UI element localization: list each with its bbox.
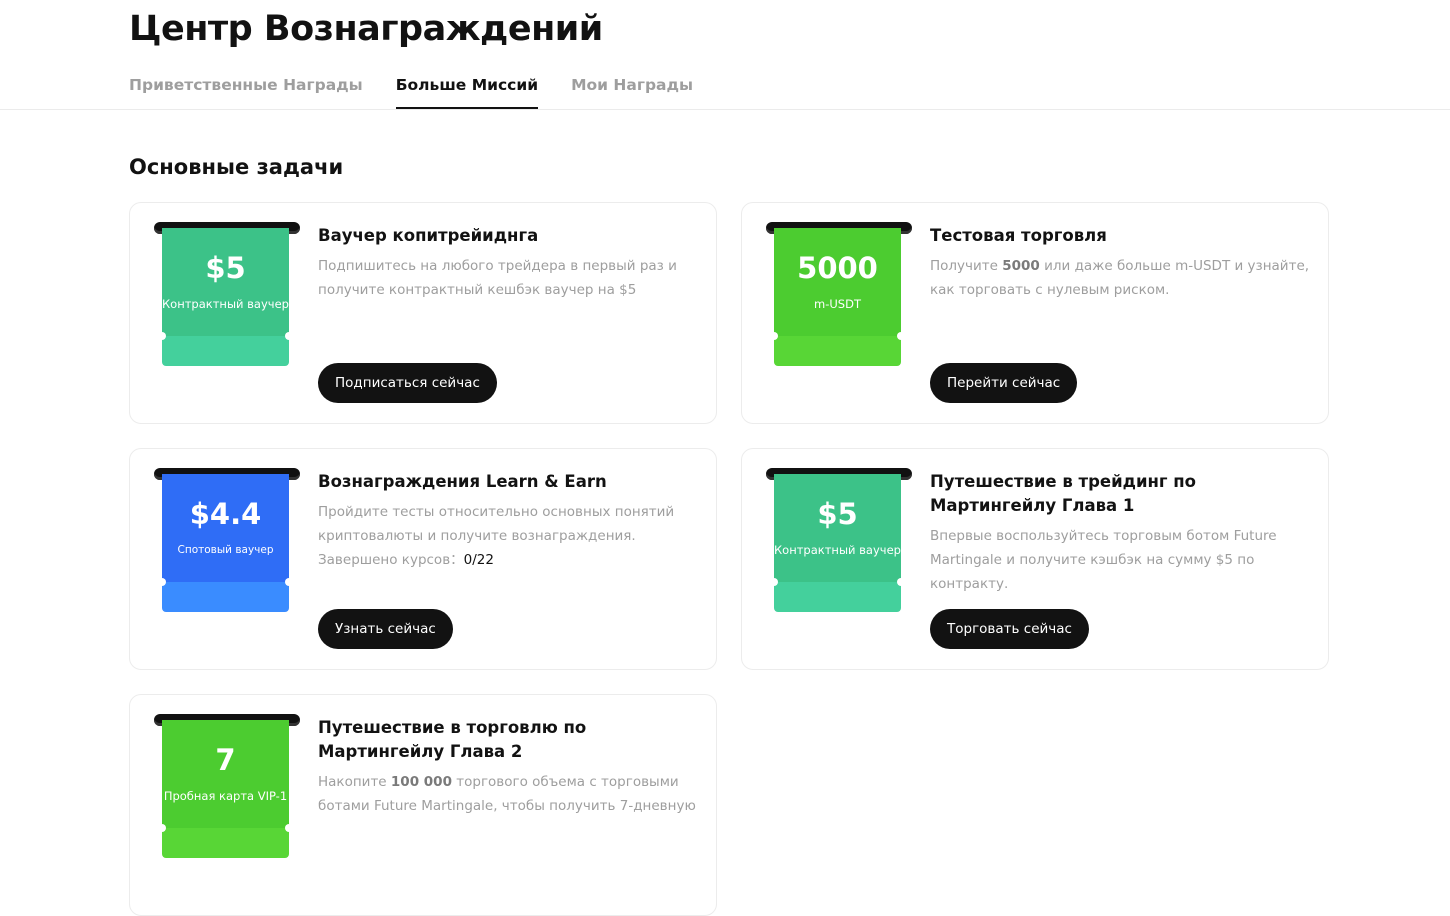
- voucher-amount: $5: [817, 497, 858, 531]
- voucher-ticket-icon: $4.4 Спотовый ваучер: [154, 468, 300, 614]
- card-description: Впервые воспользуйтесь торговым ботом Fu…: [930, 528, 1277, 592]
- tab-more-missions[interactable]: Больше Миссий: [395, 72, 539, 110]
- tab-welcome-rewards[interactable]: Приветственные Награды: [129, 72, 363, 110]
- card-title: Ваучер копитрейиднга: [318, 226, 539, 245]
- card-title: Путешествие в торговлю по Мартингейлу Гл…: [318, 718, 587, 761]
- voucher-amount: 7: [215, 743, 236, 777]
- trade-now-button[interactable]: Торговать сейчас: [930, 609, 1089, 649]
- mission-card-martingale-2: 7 Пробная карта VIP-1 Путешествие в торг…: [129, 694, 717, 916]
- card-description: Накопите 100 000 торгового объема с торг…: [318, 774, 696, 814]
- card-description: Пройдите тесты относительно основных пон…: [318, 504, 675, 544]
- card-title: Вознаграждения Learn & Earn: [318, 472, 607, 491]
- tab-bar: Приветственные Награды Больше Миссий Мои…: [129, 72, 726, 110]
- voucher-ticket-icon: $5 Контрактный ваучер: [766, 468, 912, 614]
- voucher-ticket-icon: 7 Пробная карта VIP-1: [154, 714, 300, 860]
- voucher-ticket-icon: 5000 m-USDT: [766, 222, 912, 368]
- card-description: Получите 5000 или даже больше m-USDT и у…: [930, 258, 1310, 298]
- voucher-unit: Спотовый ваучер: [177, 544, 274, 556]
- card-title: Путешествие в трейдинг по Мартингейлу Гл…: [930, 472, 1197, 515]
- card-title: Тестовая торговля: [930, 226, 1107, 245]
- mission-card-learn-earn: $4.4 Спотовый ваучер Вознаграждения Lear…: [129, 448, 717, 670]
- voucher-unit: m-USDT: [814, 297, 861, 311]
- voucher-unit: Контрактный ваучер: [774, 543, 901, 557]
- section-title: Основные задачи: [129, 155, 344, 179]
- learn-now-button[interactable]: Узнать сейчас: [318, 609, 453, 649]
- tabs-divider: [0, 109, 1450, 110]
- voucher-ticket-icon: $5 Контрактный ваучер: [154, 222, 300, 368]
- voucher-unit: Пробная карта VIP-1: [163, 789, 288, 803]
- courses-progress: Завершено курсов：0/22: [318, 552, 494, 568]
- voucher-amount: $5: [205, 251, 246, 285]
- voucher-amount: 5000: [797, 251, 878, 285]
- card-description: Подпишитесь на любого трейдера в первый …: [318, 258, 677, 298]
- mission-card-martingale-1: $5 Контрактный ваучер Путешествие в трей…: [741, 448, 1329, 670]
- subscribe-now-button[interactable]: Подписаться сейчас: [318, 363, 497, 403]
- voucher-unit: Контрактный ваучер: [162, 297, 289, 311]
- voucher-amount: $4.4: [189, 497, 262, 531]
- page-title: Центр Вознаграждений: [129, 9, 603, 49]
- go-now-button[interactable]: Перейти сейчас: [930, 363, 1078, 403]
- mission-card-copytrading: $5 Контрактный ваучер Ваучер копитрейидн…: [129, 202, 717, 424]
- tab-my-rewards[interactable]: Мои Награды: [571, 72, 693, 110]
- mission-card-demo-trading: 5000 m-USDT Тестовая торговля Получите 5…: [741, 202, 1329, 424]
